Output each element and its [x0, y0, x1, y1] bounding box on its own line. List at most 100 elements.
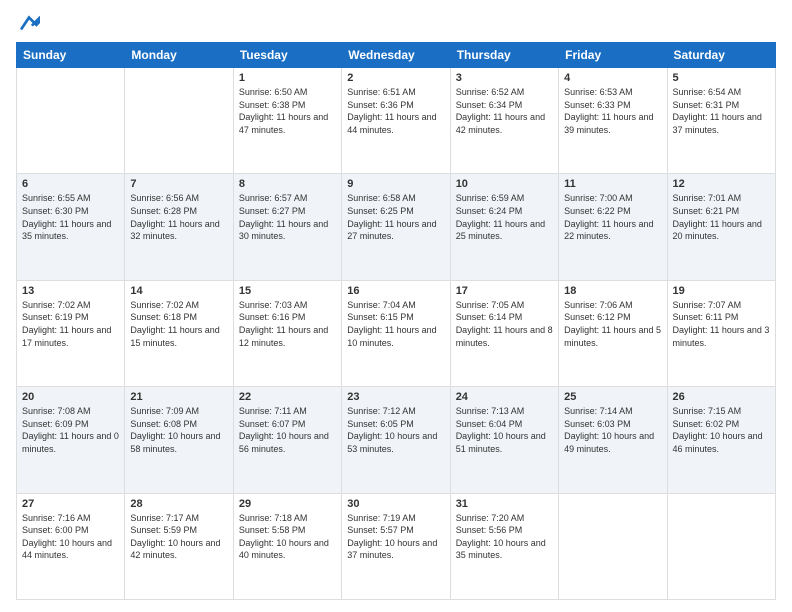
calendar-cell: 18 Sunrise: 7:06 AM Sunset: 6:12 PM Dayli… [559, 280, 667, 386]
calendar-cell: 8 Sunrise: 6:57 AM Sunset: 6:27 PM Daylig… [233, 174, 341, 280]
calendar-cell: 24 Sunrise: 7:13 AM Sunset: 6:04 PM Dayli… [450, 387, 558, 493]
day-number: 28 [130, 498, 227, 510]
cell-info: Sunrise: 7:14 AM Sunset: 6:03 PM Dayligh… [564, 405, 661, 455]
calendar-cell: 7 Sunrise: 6:56 AM Sunset: 6:28 PM Daylig… [125, 174, 233, 280]
calendar-cell: 1 Sunrise: 6:50 AM Sunset: 6:38 PM Daylig… [233, 68, 341, 174]
calendar-cell: 11Sunrise: 7:00 AM Sunset: 6:22 PM Dayli… [559, 174, 667, 280]
cell-info: Sunrise: 6:57 AM Sunset: 6:27 PM Dayligh… [239, 192, 336, 242]
day-number: 25 [564, 391, 661, 403]
day-number: 18 [564, 285, 661, 297]
calendar-cell: 9 Sunrise: 6:58 AM Sunset: 6:25 PM Daylig… [342, 174, 450, 280]
day-number: 27 [22, 498, 119, 510]
day-number: 8 [239, 178, 336, 190]
day-number: 31 [456, 498, 553, 510]
header [16, 12, 776, 34]
day-number: 19 [673, 285, 770, 297]
cell-info: Sunrise: 7:12 AM Sunset: 6:05 PM Dayligh… [347, 405, 444, 455]
day-number: 6 [22, 178, 119, 190]
cell-info: Sunrise: 6:51 AM Sunset: 6:36 PM Dayligh… [347, 86, 444, 136]
calendar-cell: 22 Sunrise: 7:11 AM Sunset: 6:07 PM Dayli… [233, 387, 341, 493]
cell-info: Sunrise: 6:59 AM Sunset: 6:24 PM Dayligh… [456, 192, 553, 242]
calendar-cell: 25 Sunrise: 7:14 AM Sunset: 6:03 PM Dayli… [559, 387, 667, 493]
day-number: 4 [564, 72, 661, 84]
calendar-cell [17, 68, 125, 174]
day-number: 21 [130, 391, 227, 403]
calendar-cell: 21 Sunrise: 7:09 AM Sunset: 6:08 PM Dayli… [125, 387, 233, 493]
calendar-cell: 14Sunrise: 7:02 AM Sunset: 6:18 PM Dayli… [125, 280, 233, 386]
day-number: 16 [347, 285, 444, 297]
cell-info: Sunrise: 7:20 AM Sunset: 5:56 PM Dayligh… [456, 512, 553, 562]
cell-info: Sunrise: 7:09 AM Sunset: 6:08 PM Dayligh… [130, 405, 227, 455]
day-number: 24 [456, 391, 553, 403]
cell-info: Sunrise: 7:00 AM Sunset: 6:22 PM Dayligh… [564, 192, 661, 242]
calendar-cell: 28 Sunrise: 7:17 AM Sunset: 5:59 PM Dayli… [125, 493, 233, 599]
cell-info: Sunrise: 7:02 AM Sunset: 6:18 PM Dayligh… [130, 299, 227, 349]
calendar-cell: 31 Sunrise: 7:20 AM Sunset: 5:56 PM Dayli… [450, 493, 558, 599]
col-wednesday: Wednesday [342, 43, 450, 68]
cell-info: Sunrise: 6:50 AM Sunset: 6:38 PM Dayligh… [239, 86, 336, 136]
calendar-cell: 30Sunrise: 7:19 AM Sunset: 5:57 PM Dayli… [342, 493, 450, 599]
calendar-cell: 27 Sunrise: 7:16 AM Sunset: 6:00 PM Dayli… [17, 493, 125, 599]
day-number: 1 [239, 72, 336, 84]
calendar-cell: 6Sunrise: 6:55 AM Sunset: 6:30 PM Daylig… [17, 174, 125, 280]
col-saturday: Saturday [667, 43, 775, 68]
cell-info: Sunrise: 6:54 AM Sunset: 6:31 PM Dayligh… [673, 86, 770, 136]
calendar-cell: 15 Sunrise: 7:03 AM Sunset: 6:16 PM Dayli… [233, 280, 341, 386]
calendar-cell: 16 Sunrise: 7:04 AM Sunset: 6:15 PM Dayli… [342, 280, 450, 386]
cell-info: Sunrise: 7:01 AM Sunset: 6:21 PM Dayligh… [673, 192, 770, 242]
page: Sunday Monday Tuesday Wednesday Thursday… [0, 0, 792, 612]
cell-info: Sunrise: 7:03 AM Sunset: 6:16 PM Dayligh… [239, 299, 336, 349]
day-number: 29 [239, 498, 336, 510]
cell-info: Sunrise: 7:19 AM Sunset: 5:57 PM Dayligh… [347, 512, 444, 562]
week-row-0: 1 Sunrise: 6:50 AM Sunset: 6:38 PM Daylig… [17, 68, 776, 174]
calendar-cell: 5 Sunrise: 6:54 AM Sunset: 6:31 PM Daylig… [667, 68, 775, 174]
cell-info: Sunrise: 7:08 AM Sunset: 6:09 PM Dayligh… [22, 405, 119, 455]
cell-info: Sunrise: 7:11 AM Sunset: 6:07 PM Dayligh… [239, 405, 336, 455]
day-number: 15 [239, 285, 336, 297]
calendar-cell: 12Sunrise: 7:01 AM Sunset: 6:21 PM Dayli… [667, 174, 775, 280]
cell-info: Sunrise: 7:13 AM Sunset: 6:04 PM Dayligh… [456, 405, 553, 455]
cell-info: Sunrise: 6:53 AM Sunset: 6:33 PM Dayligh… [564, 86, 661, 136]
cell-info: Sunrise: 7:16 AM Sunset: 6:00 PM Dayligh… [22, 512, 119, 562]
day-number: 7 [130, 178, 227, 190]
calendar-table: Sunday Monday Tuesday Wednesday Thursday… [16, 42, 776, 600]
day-number: 2 [347, 72, 444, 84]
calendar-cell: 26 Sunrise: 7:15 AM Sunset: 6:02 PM Dayli… [667, 387, 775, 493]
logo [16, 12, 40, 34]
calendar-cell: 17 Sunrise: 7:05 AM Sunset: 6:14 PM Dayli… [450, 280, 558, 386]
cell-info: Sunrise: 6:58 AM Sunset: 6:25 PM Dayligh… [347, 192, 444, 242]
cell-info: Sunrise: 6:56 AM Sunset: 6:28 PM Dayligh… [130, 192, 227, 242]
week-row-1: 6Sunrise: 6:55 AM Sunset: 6:30 PM Daylig… [17, 174, 776, 280]
calendar-cell: 20 Sunrise: 7:08 AM Sunset: 6:09 PM Dayli… [17, 387, 125, 493]
cell-info: Sunrise: 7:17 AM Sunset: 5:59 PM Dayligh… [130, 512, 227, 562]
cell-info: Sunrise: 7:07 AM Sunset: 6:11 PM Dayligh… [673, 299, 770, 349]
day-number: 20 [22, 391, 119, 403]
calendar-cell: 23 Sunrise: 7:12 AM Sunset: 6:05 PM Dayli… [342, 387, 450, 493]
cell-info: Sunrise: 7:05 AM Sunset: 6:14 PM Dayligh… [456, 299, 553, 349]
calendar-cell: 2 Sunrise: 6:51 AM Sunset: 6:36 PM Daylig… [342, 68, 450, 174]
col-friday: Friday [559, 43, 667, 68]
day-number: 9 [347, 178, 444, 190]
cell-info: Sunrise: 6:52 AM Sunset: 6:34 PM Dayligh… [456, 86, 553, 136]
day-number: 5 [673, 72, 770, 84]
cell-info: Sunrise: 7:06 AM Sunset: 6:12 PM Dayligh… [564, 299, 661, 349]
cell-info: Sunrise: 7:15 AM Sunset: 6:02 PM Dayligh… [673, 405, 770, 455]
day-number: 26 [673, 391, 770, 403]
day-number: 23 [347, 391, 444, 403]
day-number: 22 [239, 391, 336, 403]
calendar-cell: 10Sunrise: 6:59 AM Sunset: 6:24 PM Dayli… [450, 174, 558, 280]
day-number: 17 [456, 285, 553, 297]
cell-info: Sunrise: 7:18 AM Sunset: 5:58 PM Dayligh… [239, 512, 336, 562]
calendar-cell: 13 Sunrise: 7:02 AM Sunset: 6:19 PM Dayli… [17, 280, 125, 386]
cell-info: Sunrise: 7:04 AM Sunset: 6:15 PM Dayligh… [347, 299, 444, 349]
cell-info: Sunrise: 7:02 AM Sunset: 6:19 PM Dayligh… [22, 299, 119, 349]
calendar-cell [667, 493, 775, 599]
col-tuesday: Tuesday [233, 43, 341, 68]
header-row: Sunday Monday Tuesday Wednesday Thursday… [17, 43, 776, 68]
calendar-cell [125, 68, 233, 174]
calendar-cell [559, 493, 667, 599]
calendar-cell: 3Sunrise: 6:52 AM Sunset: 6:34 PM Daylig… [450, 68, 558, 174]
calendar-cell: 29 Sunrise: 7:18 AM Sunset: 5:58 PM Dayli… [233, 493, 341, 599]
calendar-cell: 4 Sunrise: 6:53 AM Sunset: 6:33 PM Daylig… [559, 68, 667, 174]
day-number: 13 [22, 285, 119, 297]
